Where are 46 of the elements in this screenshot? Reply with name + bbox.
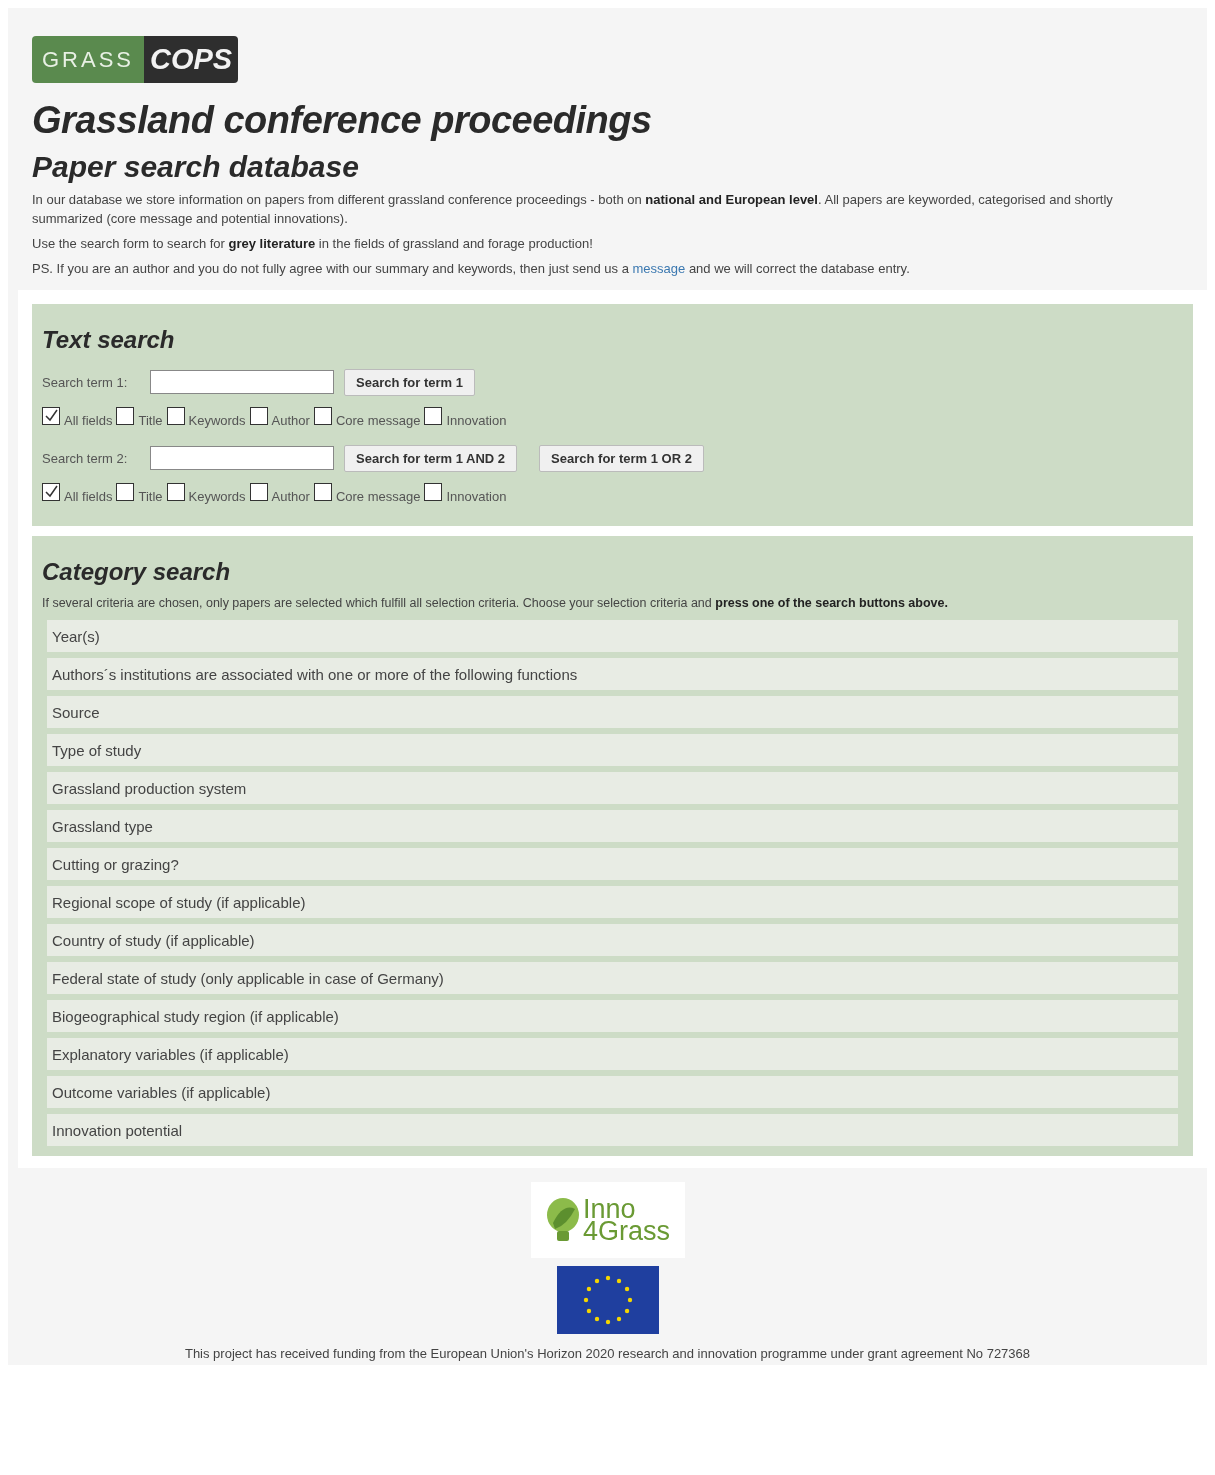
ps-paragraph: PS. If you are an author and you do not fully agree with our summary and keywords, then just send us a message and we will correct the database entry. <box>32 260 911 278</box>
funding-text: This project has received funding from the European Union's Horizon 2020 research and innovation programme under grant agreement No 727368 <box>184 1346 1031 1361</box>
category-item[interactable]: Year(s) <box>47 620 1178 652</box>
field-label: Search term 2: <box>42 450 129 466</box>
intro-paragraph: Use the search form to search for grey literature in the fields of grassland and forage production! <box>32 235 594 253</box>
checkbox-label: Innovation <box>446 412 507 428</box>
category-item[interactable]: Innovation potential <box>47 1114 1178 1146</box>
checkbox-label: Innovation <box>446 488 507 504</box>
page-subtitle: Paper search database <box>32 150 359 184</box>
message-link[interactable]: message <box>632 261 686 276</box>
search-button[interactable]: Search for term 1 OR 2 <box>539 444 704 472</box>
page-title: Grassland conference proceedings <box>32 99 652 142</box>
checkbox-label: Keywords <box>188 488 246 504</box>
checkbox-label: Author <box>271 488 310 504</box>
logo-text: Inno <box>583 1198 636 1220</box>
site-logo[interactable]: GRASS COPS <box>32 36 239 83</box>
category-item[interactable]: Type of study <box>47 734 1178 766</box>
checkbox-label: Title <box>138 488 163 504</box>
category-item[interactable]: Authors´s institutions are associated with one or more of the following functions <box>47 658 1178 690</box>
logo-text: 4Grass <box>583 1220 670 1242</box>
checkbox-label: Core message <box>335 412 421 428</box>
category-item[interactable]: Federal state of study (only applicable in case of Germany) <box>47 962 1178 994</box>
section-title: Category search <box>42 558 231 586</box>
category-note: If several criteria are chosen, only papers are selected which fulfill all selection criteria. Choose your selection criteria and press one of the search buttons above. <box>42 596 949 610</box>
category-item[interactable]: Cutting or grazing? <box>47 848 1178 880</box>
search-button[interactable]: Search for term 1 <box>344 368 475 396</box>
logo-text: GRASS <box>32 36 145 83</box>
category-item[interactable]: Source <box>47 696 1178 728</box>
checkbox-label: Title <box>138 412 163 428</box>
section-title: Text search <box>42 326 175 354</box>
category-item[interactable]: Biogeographical study region (if applicable) <box>47 1000 1178 1032</box>
checkbox-label: All fields <box>64 488 113 504</box>
logo-text: COPS <box>144 36 239 83</box>
checkbox-label: Author <box>271 412 310 428</box>
category-item[interactable]: Outcome variables (if applicable) <box>47 1076 1178 1108</box>
category-item[interactable]: Grassland production system <box>47 772 1178 804</box>
intro-paragraph: In our database we store information on papers from different grassland conference proceedings - both on national and European level. All papers are keyworded, categorised and shortly summarized (core message and potential innovations). <box>32 191 1114 228</box>
checkbox-label: Keywords <box>188 412 246 428</box>
checkbox-label: Core message <box>335 488 421 504</box>
category-item[interactable]: Explanatory variables (if applicable) <box>47 1038 1178 1070</box>
category-item[interactable]: Grassland type <box>47 810 1178 842</box>
search-button[interactable]: Search for term 1 AND 2 <box>344 444 518 472</box>
checkbox-label: All fields <box>64 412 113 428</box>
category-item[interactable]: Regional scope of study (if applicable) <box>47 886 1178 918</box>
field-label: Search term 1: <box>42 374 129 390</box>
category-item[interactable]: Country of study (if applicable) <box>47 924 1178 956</box>
